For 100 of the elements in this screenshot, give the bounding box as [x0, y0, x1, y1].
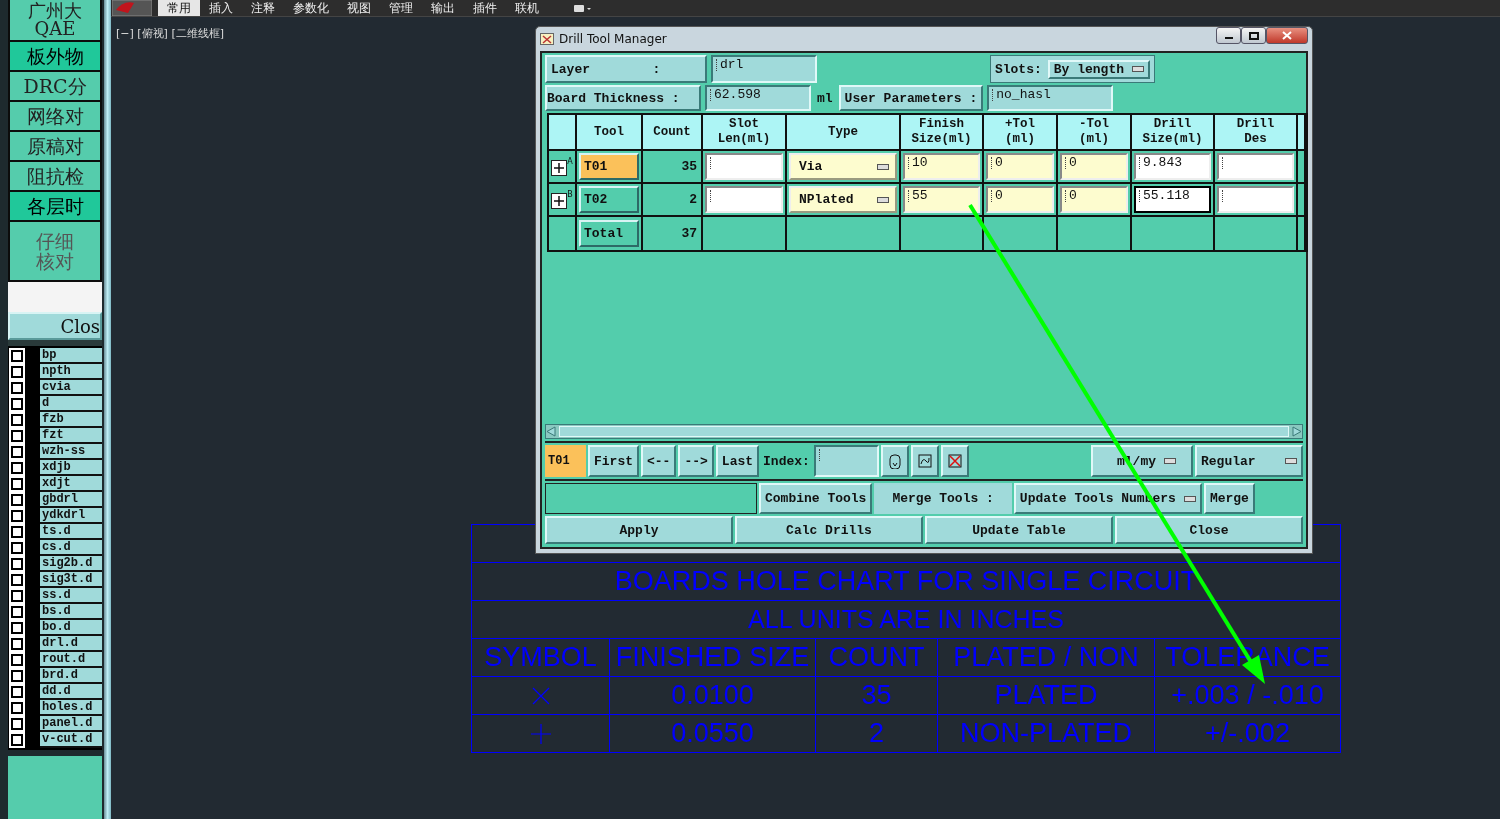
user-parameters-button[interactable]: User Parameters : [838, 85, 984, 111]
layer-name[interactable]: panel.d [40, 716, 102, 732]
tool-button[interactable]: T01 [579, 153, 639, 180]
merge-button[interactable]: Merge [1203, 483, 1255, 514]
layer-checkbox[interactable] [11, 478, 23, 490]
layer-checkbox[interactable] [11, 414, 23, 426]
layer-checkbox[interactable] [11, 510, 23, 522]
menu-tab[interactable]: 注释 [242, 0, 284, 16]
layer-name[interactable]: xdjt [40, 476, 102, 492]
layer-name[interactable]: cs.d [40, 540, 102, 556]
layer-checkbox[interactable] [11, 382, 23, 394]
layer-checkbox[interactable] [11, 686, 23, 698]
layer-name[interactable]: gbdrl [40, 492, 102, 508]
panel-button[interactable]: 仔细 核对 [8, 222, 102, 282]
layer-name[interactable]: dd.d [40, 684, 102, 700]
layer-name[interactable]: ts.d [40, 524, 102, 540]
layer-checkbox[interactable] [11, 590, 23, 602]
scrollbar-thumb[interactable] [559, 426, 1289, 437]
table-field[interactable]: 10 [903, 153, 980, 180]
layer-checkbox[interactable] [11, 702, 23, 714]
panel-button[interactable]: 网络对 [8, 102, 102, 132]
menu-tab[interactable]: 常用 [158, 0, 200, 16]
layer-name[interactable]: ss.d [40, 588, 102, 604]
menu-tab[interactable]: 联机 [506, 0, 548, 16]
layer-checkbox[interactable] [11, 494, 23, 506]
scrollbar[interactable] [545, 424, 1303, 439]
total-button[interactable]: Total [579, 220, 639, 247]
layer-checkbox[interactable] [11, 558, 23, 570]
layer-checkbox[interactable] [11, 350, 23, 362]
thickness-field[interactable]: 62.598 [705, 85, 811, 111]
table-field[interactable]: 0 [1060, 186, 1128, 213]
table-field[interactable]: 0 [986, 186, 1054, 213]
slot-length-field[interactable] [705, 186, 783, 213]
parameters-field[interactable]: no_hasl [987, 85, 1114, 111]
action-button[interactable]: Apply [545, 516, 733, 544]
table-field[interactable]: 55 [903, 186, 980, 213]
nav-button[interactable]: --> [678, 445, 714, 477]
minimize-button[interactable] [1216, 27, 1241, 44]
layer-name[interactable]: holes.d [40, 700, 102, 716]
layer-name[interactable]: npth [40, 364, 102, 380]
drill-size-field[interactable]: 9.843 [1134, 153, 1211, 180]
layer-name[interactable]: cvia [40, 380, 102, 396]
panel-close-button[interactable]: Clos [8, 312, 102, 340]
combine-tools-button[interactable]: Combine Tools [759, 483, 873, 514]
viewport-label[interactable]: [−] [俯视] [二维线框] [116, 26, 224, 41]
layer-checkbox[interactable] [11, 734, 23, 746]
layer-name[interactable]: bo.d [40, 620, 102, 636]
nav-button[interactable]: <-- [641, 445, 677, 477]
slot-length-field[interactable] [705, 153, 783, 180]
layer-checkbox[interactable] [11, 542, 23, 554]
panel-button[interactable]: 原稿对 [8, 132, 102, 162]
type-dropdown[interactable]: NPlated [789, 186, 897, 213]
layer-name[interactable]: drl.d [40, 636, 102, 652]
layer-name[interactable]: v-cut.d [40, 732, 102, 748]
menu-tab[interactable]: 管理 [380, 0, 422, 16]
layer-name[interactable]: d [40, 396, 102, 412]
layer-name[interactable]: wzh-ss [40, 444, 102, 460]
layer-checkbox[interactable] [11, 654, 23, 666]
slots-dropdown[interactable]: By length [1047, 59, 1150, 79]
menu-tab[interactable]: 插件 [464, 0, 506, 16]
layer-name[interactable]: fzt [40, 428, 102, 444]
panel-button[interactable]: 各层时 [8, 192, 102, 222]
layer-checkbox[interactable] [11, 462, 23, 474]
layer-checkbox[interactable] [11, 670, 23, 682]
action-button[interactable]: Close [1115, 516, 1303, 544]
nav-button[interactable]: Last [715, 445, 760, 477]
menu-tab[interactable]: 输出 [422, 0, 464, 16]
nav-button[interactable]: First [588, 445, 639, 477]
table-field[interactable]: 0 [1060, 153, 1128, 180]
layer-checkbox[interactable] [11, 606, 23, 618]
maximize-button[interactable] [1241, 27, 1266, 44]
layer-name[interactable]: ydkdrl [40, 508, 102, 524]
panel-button[interactable]: DRC分 [8, 72, 102, 102]
layer-checkbox[interactable] [11, 718, 23, 730]
panel-button[interactable]: 阻抗检 [8, 162, 102, 192]
action-button[interactable]: Calc Drills [735, 516, 923, 544]
layer-name[interactable]: fzb [40, 412, 102, 428]
layer-checkbox[interactable] [11, 574, 23, 586]
layer-checkbox[interactable] [11, 430, 23, 442]
layer-checkbox[interactable] [11, 526, 23, 538]
layer-checkbox[interactable] [11, 622, 23, 634]
close-button[interactable] [1266, 27, 1308, 44]
menu-tab[interactable]: 视图 [338, 0, 380, 16]
layer-name[interactable]: sig2b.d [40, 556, 102, 572]
layer-name[interactable]: rout.d [40, 652, 102, 668]
menu-tab[interactable]: 插入 [200, 0, 242, 16]
layer-checkbox[interactable] [11, 366, 23, 378]
menu-tab[interactable]: 参数化 [284, 0, 338, 16]
tool-button[interactable]: T02 [579, 186, 639, 213]
type-dropdown[interactable]: Via [789, 153, 897, 180]
layer-checkbox[interactable] [11, 446, 23, 458]
layer-name[interactable]: xdjb [40, 460, 102, 476]
index-field[interactable] [813, 445, 879, 477]
layer-name[interactable]: brd.d [40, 668, 102, 684]
drill-size-field[interactable]: 55.118 [1134, 186, 1211, 213]
wave-button[interactable] [910, 445, 939, 477]
layer-field[interactable]: drl [711, 55, 817, 83]
panel-button[interactable]: 板外物 [8, 42, 102, 72]
layer-name[interactable]: sig3t.d [40, 572, 102, 588]
table-field[interactable]: 0 [986, 153, 1054, 180]
